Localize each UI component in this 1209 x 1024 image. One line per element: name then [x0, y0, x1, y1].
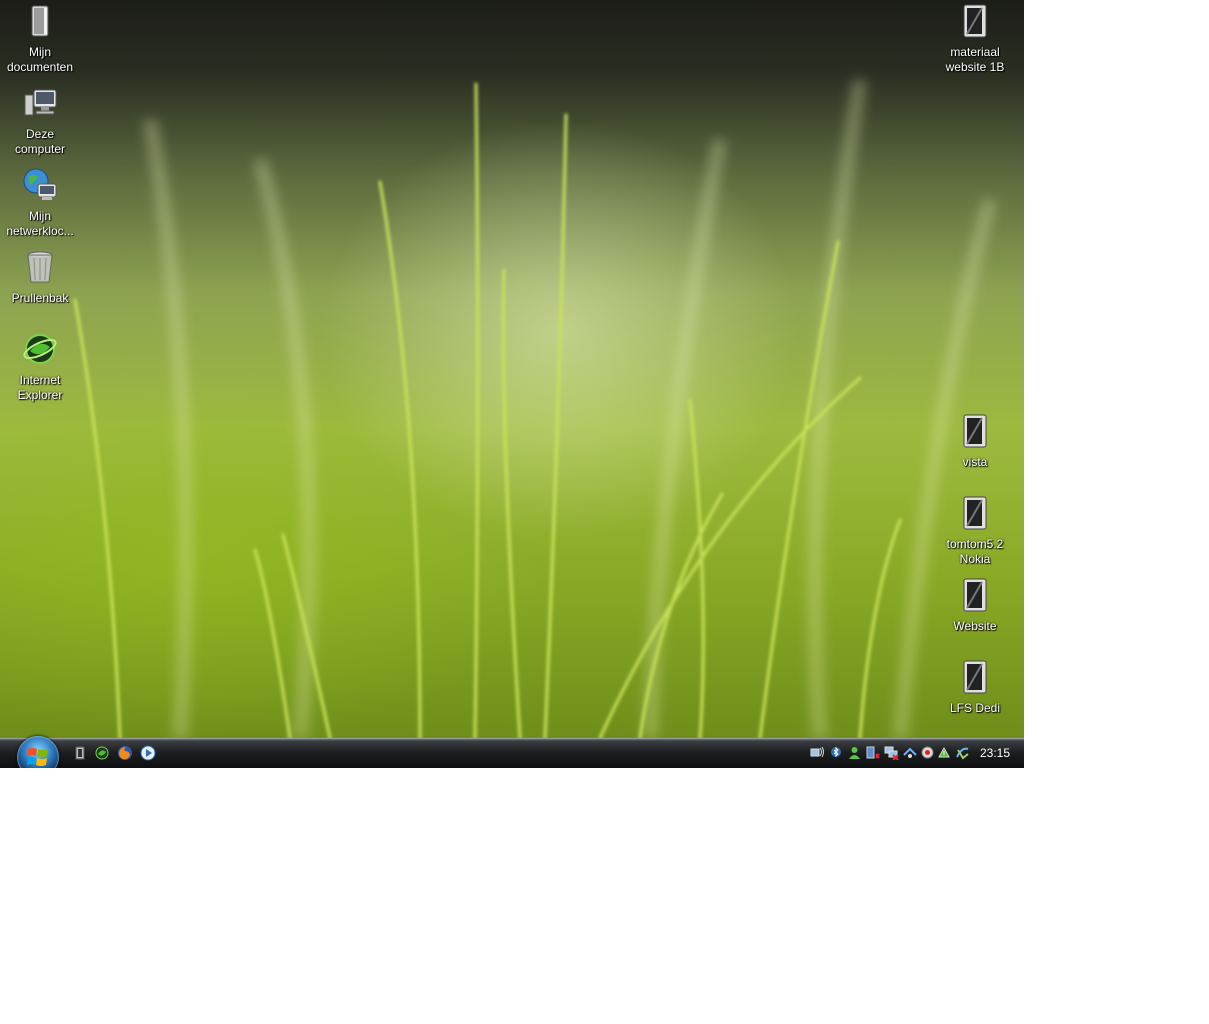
folder-icon — [957, 495, 993, 531]
icon-label-line2: computer — [14, 142, 66, 156]
tray-antivirus[interactable] — [920, 745, 935, 760]
bluetooth-icon — [831, 746, 841, 758]
quick-launch-internet-explorer[interactable] — [94, 745, 110, 761]
update-icon — [938, 746, 950, 758]
wireless-network-icon — [810, 746, 824, 758]
computer-icon — [22, 85, 58, 121]
desktop-icon-mijn-netwerklocaties[interactable]: Mijn netwerkloc... — [0, 167, 80, 239]
icon-label-line2: documenten — [6, 60, 74, 74]
icon-label-line1: vista — [962, 455, 988, 469]
folder-icon — [957, 577, 993, 613]
tray-wireless[interactable] — [810, 745, 825, 760]
firefox-icon — [118, 746, 132, 760]
icon-label-line1: Mijn — [28, 45, 51, 59]
tray-sync[interactable] — [955, 745, 970, 760]
network-icon — [22, 167, 58, 203]
desktop-icon-internet-explorer[interactable]: Internet Explorer — [0, 331, 80, 403]
tray-bluetooth[interactable] — [829, 745, 844, 760]
icon-label-line2: netwerkloc... — [6, 224, 74, 238]
tray-volume[interactable] — [865, 745, 880, 760]
desktop-icon-vista[interactable]: vista — [935, 413, 1015, 470]
start-orb-icon — [27, 748, 48, 766]
desktop-icon-materiaal-website-1b[interactable]: materiaal website 1B — [935, 3, 1015, 75]
tray-network[interactable] — [903, 745, 918, 760]
tray-network-disconnected[interactable] — [884, 745, 899, 761]
icon-label-line1: Website — [953, 619, 997, 633]
messenger-icon — [849, 747, 860, 759]
show-desktop-button[interactable] — [72, 745, 88, 761]
tray-messenger[interactable] — [847, 745, 862, 760]
desktop-wallpaper — [0, 0, 1024, 738]
quick-launch-media-player[interactable] — [140, 745, 156, 761]
desktop-icon-lfs-dedi[interactable]: LFS Dedi — [935, 659, 1015, 716]
quick-launch-firefox[interactable] — [117, 745, 133, 761]
network-icon — [903, 747, 917, 758]
network-disconnected-icon — [884, 746, 899, 761]
internet-explorer-icon — [22, 331, 58, 367]
sync-icon — [956, 747, 969, 760]
folder-icon — [957, 3, 993, 39]
desktop-screen: Mijn documenten Deze computer Mijn netwe… — [0, 0, 1024, 768]
taskbar-clock[interactable]: 23:15 — [980, 746, 1010, 760]
desktop-icon-website[interactable]: Website — [935, 577, 1015, 634]
tray-update[interactable] — [937, 745, 952, 760]
icon-label-line2: Nokia — [959, 552, 991, 566]
icon-label-line1: Prullenbak — [11, 291, 69, 305]
icon-label-line1: tomtom5.2 — [946, 537, 1004, 551]
start-button[interactable] — [17, 736, 59, 768]
grass-wallpaper-graphic — [73, 78, 997, 738]
internet-explorer-icon — [95, 746, 109, 760]
folder-icon — [957, 413, 993, 449]
recycle-bin-icon — [22, 249, 58, 285]
desktop-icon-mijn-documenten[interactable]: Mijn documenten — [0, 3, 80, 75]
antivirus-icon — [921, 746, 934, 759]
icon-label-line1: Mijn — [28, 209, 51, 223]
desktop-icon-tomtom-nokia[interactable]: tomtom5.2 Nokia — [935, 495, 1015, 567]
show-desktop-icon — [75, 746, 85, 760]
desktop-icon-prullenbak[interactable]: Prullenbak — [0, 249, 80, 306]
media-player-icon — [140, 745, 156, 761]
volume-icon — [866, 746, 880, 759]
icon-label-line1: Deze — [25, 127, 54, 141]
icon-label-line2: Explorer — [17, 388, 63, 402]
icon-label-line1: materiaal — [950, 45, 1000, 59]
icon-label-line1: Internet — [19, 373, 61, 387]
taskbar: 23:15 — [0, 736, 1024, 768]
folder-icon — [957, 659, 993, 695]
icon-label-line1: LFS Dedi — [949, 701, 1001, 715]
desktop-icon-deze-computer[interactable]: Deze computer — [0, 85, 80, 157]
icon-label-line2: website 1B — [945, 60, 1005, 74]
folder-icon — [22, 3, 58, 39]
